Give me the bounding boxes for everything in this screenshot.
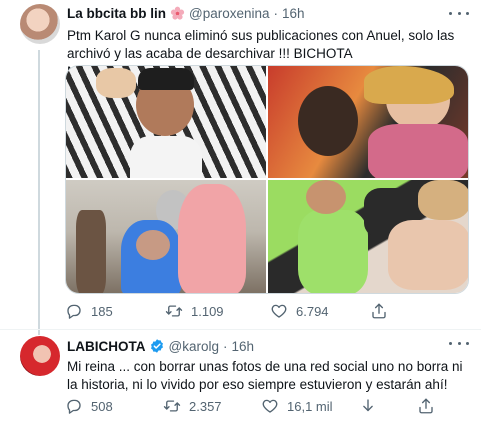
download-button[interactable] [359,397,417,415]
photo[interactable] [268,180,468,293]
photo[interactable] [66,180,266,293]
avatar[interactable] [20,4,60,44]
retweet-count: 1.109 [191,303,224,319]
verified-badge-icon [150,339,163,353]
share-button[interactable] [417,397,477,415]
share-icon [419,398,433,414]
reply-button[interactable]: 508 [65,397,163,415]
author-name[interactable]: La bbcita bb lin [67,6,166,21]
reply-icon [67,304,81,319]
share-button[interactable] [370,302,430,320]
reply-count: 508 [91,398,113,414]
download-arrow-icon [363,399,373,412]
timestamp[interactable]: 16h [282,6,305,21]
like-count: 6.794 [296,303,329,319]
cherry-blossom-icon [170,6,185,20]
like-count: 16,1 mil [287,398,333,414]
reply-icon [67,399,81,414]
heart-icon [262,399,278,413]
tweet-header: La bbcita bb lin @paroxenina · 16h [67,6,305,21]
more-options-icon[interactable] [449,336,469,350]
retweet-button[interactable]: 1.109 [165,302,270,320]
retweet-icon [165,305,183,317]
like-button[interactable]: 16,1 mil [261,397,359,415]
more-options-icon[interactable] [449,6,469,20]
media-grid[interactable] [65,65,469,294]
retweet-icon [163,400,181,412]
tweet-header: LABICHOTA @karolg · 16h [67,338,254,354]
reply-button[interactable]: 185 [65,302,165,320]
share-icon [372,303,386,319]
thread-line [38,50,40,335]
heart-icon [271,304,287,318]
tweet-actions: 185 1.109 6.794 [65,302,430,320]
author-handle[interactable]: @paroxenina [189,6,270,21]
author-handle[interactable]: @karolg [169,339,219,354]
photo[interactable] [66,66,266,178]
timestamp[interactable]: 16h [231,339,254,354]
retweet-button[interactable]: 2.357 [163,397,261,415]
avatar[interactable] [20,336,60,376]
separator-dot: · [273,6,279,21]
separator-dot: · [222,338,228,354]
tweet-actions: 508 2.357 16,1 mil [65,397,477,415]
reply-count: 185 [91,303,113,319]
tweet[interactable]: LABICHOTA @karolg · 16h Mi reina ... con… [0,330,481,425]
tweet[interactable]: La bbcita bb lin @paroxenina · 16h Ptm K… [0,0,481,335]
author-name[interactable]: LABICHOTA [67,339,146,354]
photo[interactable] [268,66,468,178]
retweet-count: 2.357 [189,398,222,414]
tweet-text: Mi reina ... con borrar unas fotos de un… [67,359,463,392]
like-button[interactable]: 6.794 [270,302,370,320]
